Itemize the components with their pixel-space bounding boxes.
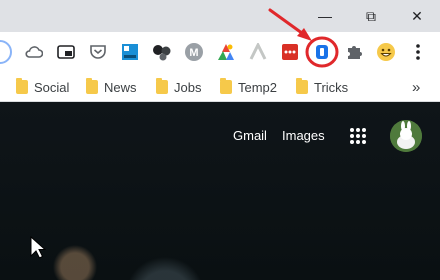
vector-extension-icon[interactable]: [248, 42, 268, 62]
avatar[interactable]: [390, 120, 422, 152]
blue-square-extension-icon[interactable]: [120, 42, 140, 62]
bookmark-jobs[interactable]: Jobs: [156, 78, 201, 96]
gmail-link[interactable]: Gmail: [233, 128, 267, 143]
close-icon: ✕: [411, 7, 423, 24]
bookmark-label: Jobs: [174, 79, 202, 95]
bookmark-social[interactable]: Social: [16, 78, 69, 96]
bookmark-label: Social: [34, 79, 70, 95]
bookmark-news[interactable]: News: [86, 78, 137, 96]
folder-icon: [156, 78, 168, 94]
close-button[interactable]: ✕: [394, 0, 440, 32]
restore-icon: ⧉: [366, 7, 376, 24]
m-extension-icon[interactable]: M: [184, 42, 204, 62]
pocket-icon[interactable]: [88, 42, 108, 62]
title-bar: — ⧉ ✕: [0, 0, 440, 32]
picture-in-picture-icon[interactable]: [56, 42, 76, 62]
restore-button[interactable]: ⧉: [348, 0, 394, 32]
svg-text:M: M: [189, 47, 198, 59]
bookmark-tricks[interactable]: Tricks: [296, 78, 348, 96]
new-tab-background: [0, 102, 440, 280]
google-apps-icon[interactable]: [349, 127, 367, 145]
puzzle-icon[interactable]: [344, 42, 364, 62]
bookmark-label: Temp2: [238, 79, 278, 95]
browser-toolbar: M: [0, 32, 440, 72]
cloud-icon[interactable]: [24, 42, 44, 62]
bookmarks-more-button[interactable]: »: [412, 78, 420, 96]
chevron-double-right-icon: »: [412, 78, 421, 96]
bookmark-temp2[interactable]: Temp2: [220, 78, 277, 96]
bookmark-label: Tricks: [314, 79, 349, 95]
annotation-arrow: [268, 8, 312, 41]
folder-icon: [16, 78, 28, 94]
bookmark-label: News: [104, 79, 137, 95]
mouse-cursor-icon: [30, 236, 46, 259]
address-bar-edge[interactable]: [0, 40, 12, 64]
folder-icon: [220, 78, 232, 94]
menu-dots-icon[interactable]: [408, 42, 428, 62]
folder-icon: [296, 78, 308, 94]
images-link[interactable]: Images: [282, 128, 325, 143]
balls-extension-icon[interactable]: [152, 42, 172, 62]
emoji-icon[interactable]: [376, 42, 396, 62]
minimize-icon: —: [318, 8, 332, 24]
bookmarks-bar: Social News Jobs Temp2 Tricks »: [0, 72, 440, 102]
folder-icon: [86, 78, 98, 94]
photos-extension-icon[interactable]: [216, 42, 236, 62]
